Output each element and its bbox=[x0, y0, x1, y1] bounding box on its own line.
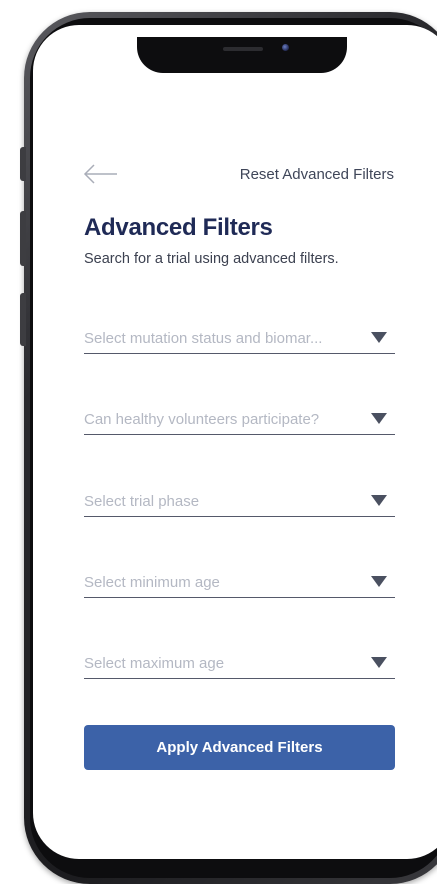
maximum-age-select[interactable]: Select maximum age bbox=[84, 648, 395, 679]
caret-down-icon bbox=[371, 495, 387, 506]
caret-down-icon bbox=[371, 657, 387, 668]
page-title: Advanced Filters bbox=[84, 214, 273, 241]
arrow-left-icon[interactable] bbox=[83, 163, 119, 185]
select-placeholder: Select maximum age bbox=[84, 655, 225, 672]
select-placeholder: Select trial phase bbox=[84, 493, 200, 510]
apply-filters-button[interactable]: Apply Advanced Filters bbox=[84, 725, 395, 770]
reset-filters-link[interactable]: Reset Advanced Filters bbox=[240, 166, 394, 183]
healthy-volunteers-select[interactable]: Can healthy volunteers participate? bbox=[84, 404, 395, 435]
caret-down-icon bbox=[371, 576, 387, 587]
select-placeholder: Select minimum age bbox=[84, 574, 220, 591]
select-placeholder: Can healthy volunteers participate? bbox=[84, 411, 320, 428]
trial-phase-select[interactable]: Select trial phase bbox=[84, 486, 395, 517]
advanced-filters-screen: Reset Advanced Filters Advanced Filters … bbox=[0, 0, 437, 877]
mutation-status-select[interactable]: Select mutation status and biomar... bbox=[84, 323, 395, 354]
page-subtitle: Search for a trial using advanced filter… bbox=[84, 251, 339, 267]
minimum-age-select[interactable]: Select minimum age bbox=[84, 567, 395, 598]
select-placeholder: Select mutation status and biomar... bbox=[84, 330, 323, 347]
caret-down-icon bbox=[371, 332, 387, 343]
caret-down-icon bbox=[371, 413, 387, 424]
